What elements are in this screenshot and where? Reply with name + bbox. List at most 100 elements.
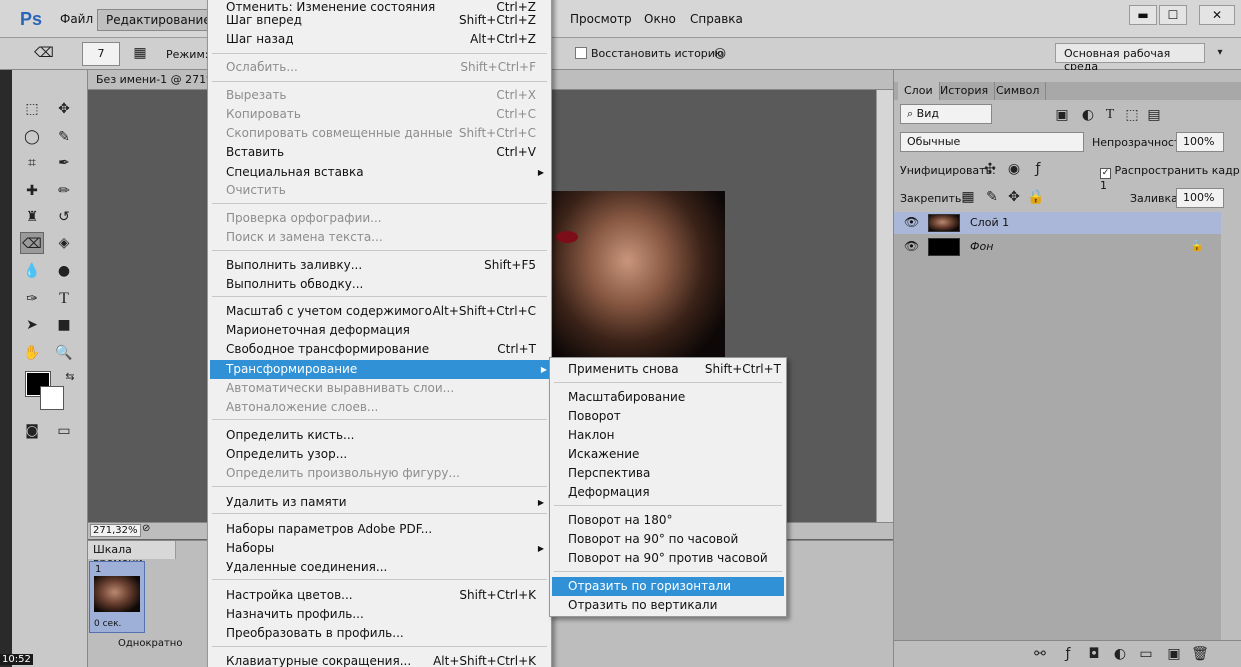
opacity-input[interactable]: 100% <box>1176 132 1224 152</box>
lock-all-icon[interactable]: 🔒 <box>1024 186 1048 208</box>
delete-layer-icon[interactable]: 🗑 <box>1188 643 1212 665</box>
blend-mode-select[interactable]: Обычные <box>900 132 1084 152</box>
blur-tool-icon[interactable]: 💧 <box>20 260 44 282</box>
menu-item-copy[interactable]: Копировать Ctrl+C <box>226 105 546 124</box>
unify-style-icon[interactable]: ƒ <box>1026 158 1050 180</box>
workspace-chevron-icon[interactable]: ▾ <box>1208 42 1232 64</box>
menu-item-paste-special[interactable]: Специальная вставка ▶ <box>226 163 546 182</box>
menu-item-define-shape[interactable]: Определить произвольную фигуру... <box>226 464 546 483</box>
layer-name[interactable]: Фон <box>970 240 993 253</box>
canvas-vertical-scrollbar[interactable] <box>876 90 893 522</box>
loop-options-select[interactable]: Однократно <box>118 638 182 649</box>
marquee-tool-icon[interactable]: ⬚ <box>20 98 44 120</box>
new-group-icon[interactable]: ▭ <box>1134 643 1158 665</box>
menu-item-define-pattern[interactable]: Определить узор... <box>226 445 546 464</box>
rectangle-tool-icon[interactable]: ■ <box>52 314 76 336</box>
submenu-item-rotate-180[interactable]: Поворот на 180° <box>568 511 783 530</box>
menu-item-find-replace[interactable]: Поиск и замена текста... <box>226 228 546 247</box>
zoom-tool-icon[interactable]: 🔍 <box>52 342 76 364</box>
photoshop-logo[interactable]: Ps <box>20 9 42 30</box>
frame-delay[interactable]: 0 сек. <box>94 619 121 629</box>
submenu-item-warp[interactable]: Деформация <box>568 483 783 502</box>
quick-mask-icon[interactable]: ◙ <box>20 420 44 442</box>
workspace-switcher[interactable]: Основная рабочая среда <box>1055 43 1205 73</box>
background-color-swatch[interactable] <box>40 386 64 410</box>
dodge-tool-icon[interactable]: ● <box>52 260 76 282</box>
clone-stamp-tool-icon[interactable]: ♜ <box>20 206 44 228</box>
menu-item-keyboard-shortcuts[interactable]: Клавиатурные сокращения... Alt+Shift+Ctrl… <box>226 652 546 667</box>
submenu-item-skew[interactable]: Наклон <box>568 426 783 445</box>
menu-item-cut[interactable]: Вырезать Ctrl+X <box>226 86 546 105</box>
filter-smart-object-icon[interactable]: ▤ <box>1142 104 1166 126</box>
menu-item-clear[interactable]: Очистить <box>226 181 546 200</box>
hand-tool-icon[interactable]: ✋ <box>20 342 44 364</box>
menu-item-define-brush[interactable]: Определить кисть... <box>226 426 546 445</box>
menu-item-step-backward[interactable]: Шаг назад Alt+Ctrl+Z <box>226 30 546 49</box>
brush-size-picker[interactable]: 7 <box>82 42 120 66</box>
adjustment-layer-icon[interactable]: ◐ <box>1108 643 1132 665</box>
menu-item-free-transform[interactable]: Свободное трансформирование Ctrl+T <box>226 340 546 359</box>
unify-position-icon[interactable]: ✣ <box>978 158 1002 180</box>
menu-item-transform[interactable]: Трансформирование ▶ <box>210 360 549 379</box>
quick-selection-tool-icon[interactable]: ✎ <box>52 126 76 148</box>
submenu-item-distort[interactable]: Искажение <box>568 445 783 464</box>
canvas-image[interactable] <box>548 191 725 366</box>
checkbox-icon[interactable] <box>575 47 587 59</box>
filter-adjustment-icon[interactable]: ◐ <box>1076 104 1100 126</box>
restore-history-checkbox[interactable]: Восстановить историю <box>575 47 724 60</box>
minimize-button[interactable]: ▬ <box>1129 5 1157 25</box>
submenu-item-flip-vertical[interactable]: Отразить по вертикали <box>568 596 783 615</box>
timeline-tab[interactable]: Шкала времени <box>88 541 176 569</box>
healing-brush-tool-icon[interactable]: ✚ <box>20 180 44 202</box>
tab-history[interactable]: История <box>934 82 996 100</box>
menu-item-paste[interactable]: Вставить Ctrl+V <box>226 143 546 162</box>
layer-kind-filter[interactable]: ⌕ Вид <box>900 104 992 124</box>
menu-window[interactable]: Окно <box>644 12 676 26</box>
lasso-tool-icon[interactable]: ◯ <box>20 126 44 148</box>
new-layer-icon[interactable]: ▣ <box>1162 643 1186 665</box>
zoom-level[interactable]: 271,32% <box>90 524 141 537</box>
visibility-eye-icon[interactable]: 👁 <box>904 215 919 229</box>
menu-item-assign-profile[interactable]: Назначить профиль... <box>226 605 546 624</box>
menu-item-auto-align[interactable]: Автоматически выравнивать слои... <box>226 379 546 398</box>
menu-item-remote-connections[interactable]: Удаленные соединения... <box>226 558 546 577</box>
type-tool-icon[interactable]: T <box>52 288 76 310</box>
eraser-tool-icon[interactable]: ⌫ <box>20 232 44 254</box>
submenu-item-scale[interactable]: Масштабирование <box>568 388 783 407</box>
eraser-tool-preset-icon[interactable]: ⌫ <box>32 42 56 64</box>
fill-input[interactable]: 100% <box>1176 188 1224 208</box>
screen-mode-icon[interactable]: ▭ <box>52 420 76 442</box>
lock-transparency-icon[interactable]: ▦ <box>956 186 980 208</box>
submenu-item-perspective[interactable]: Перспектива <box>568 464 783 483</box>
menu-item-stroke[interactable]: Выполнить обводку... <box>226 275 546 294</box>
pen-tool-icon[interactable]: ✑ <box>20 288 44 310</box>
tab-character[interactable]: Символ <box>990 82 1047 100</box>
path-selection-tool-icon[interactable]: ➤ <box>20 314 44 336</box>
menu-item-fade[interactable]: Ослабить... Shift+Ctrl+F <box>226 58 546 77</box>
brush-panel-icon[interactable]: ▦ <box>128 42 152 64</box>
menu-help[interactable]: Справка <box>690 12 743 26</box>
status-info-icon[interactable]: ⊘ <box>142 523 150 534</box>
menu-item-convert-profile[interactable]: Преобразовать в профиль... <box>226 624 546 643</box>
animation-frame[interactable]: 1 0 сек. <box>89 561 145 633</box>
menu-item-copy-merged[interactable]: Скопировать совмещенные данные Shift+Ctrl… <box>226 124 546 143</box>
menu-edit[interactable]: Редактирование <box>97 9 220 31</box>
menu-item-step-forward[interactable]: Шаг вперед Shift+Ctrl+Z <box>226 11 546 30</box>
filter-pixel-icon[interactable]: ▣ <box>1050 104 1074 126</box>
filter-shape-icon[interactable]: ⬚ <box>1120 104 1144 126</box>
menu-item-presets[interactable]: Наборы ▶ <box>226 539 546 558</box>
layer-style-icon[interactable]: ƒ <box>1056 643 1080 665</box>
unify-visibility-icon[interactable]: ◉ <box>1002 158 1026 180</box>
lock-pixels-icon[interactable]: ✎ <box>980 186 1004 208</box>
submenu-item-again[interactable]: Применить снова Shift+Ctrl+T <box>568 360 783 379</box>
brush-tool-icon[interactable]: ✏ <box>52 180 76 202</box>
menu-item-purge[interactable]: Удалить из памяти ▶ <box>226 493 546 512</box>
menu-file[interactable]: Файл <box>60 12 93 26</box>
layer-row[interactable]: 👁 Фон 🔒 <box>894 236 1221 258</box>
menu-item-auto-blend[interactable]: Автоналожение слоев... <box>226 398 546 417</box>
filter-type-icon[interactable]: T <box>1098 104 1122 126</box>
submenu-item-flip-horizontal[interactable]: Отразить по горизонтали <box>552 577 784 596</box>
lock-position-icon[interactable]: ✥ <box>1002 186 1026 208</box>
close-button[interactable]: ✕ <box>1199 5 1235 25</box>
layer-name[interactable]: Слой 1 <box>970 216 1009 229</box>
